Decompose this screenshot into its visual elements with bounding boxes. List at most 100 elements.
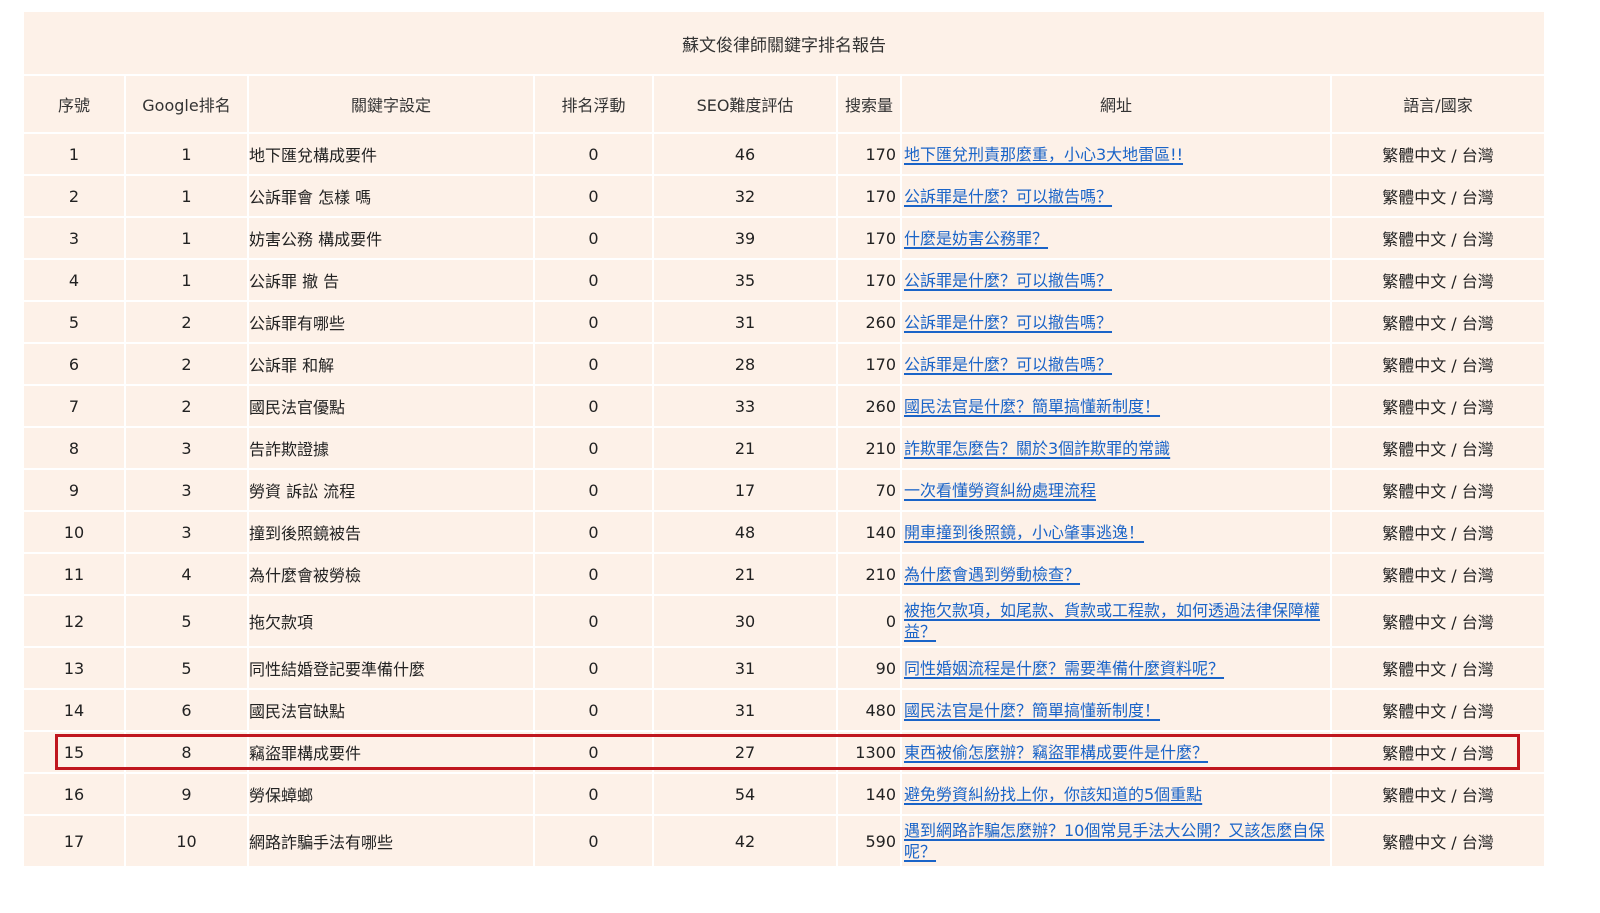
column-header-rank-change: 排名浮動 xyxy=(534,76,654,134)
cell-google-rank: 5 xyxy=(125,647,249,690)
cell-google-rank: 3 xyxy=(125,469,249,512)
cell-index: 11 xyxy=(24,553,126,596)
cell-rank-change: 0 xyxy=(534,647,654,690)
cell-language-country: 繁體中文 / 台灣 xyxy=(1331,553,1544,596)
cell-keyword: 公訴罪 撤 告 xyxy=(248,259,535,302)
cell-index: 6 xyxy=(24,343,126,386)
article-link[interactable]: 被拖欠款項，如尾款、貨款或工程款，如何透過法律保障權益？ xyxy=(904,601,1320,641)
cell-google-rank: 1 xyxy=(125,217,249,260)
cell-rank-change: 0 xyxy=(534,175,654,218)
table-row: 1 1 地下匯兌構成要件 0 46 170 地下匯兌刑責那麼重，小心3大地雷區!! 繁體中文 … xyxy=(24,133,1544,176)
cell-google-rank: 4 xyxy=(125,553,249,596)
cell-search-volume: 170 xyxy=(837,217,902,260)
cell-search-volume: 260 xyxy=(837,385,902,428)
article-link[interactable]: 開車撞到後照鏡，小心肇事逃逸！ xyxy=(904,523,1144,542)
cell-seo-difficulty: 42 xyxy=(653,815,838,868)
cell-google-rank: 3 xyxy=(125,427,249,470)
cell-google-rank: 6 xyxy=(125,689,249,732)
cell-language-country: 繁體中文 / 台灣 xyxy=(1331,773,1544,816)
article-link[interactable]: 為什麼會遇到勞動檢查？ xyxy=(904,565,1080,584)
article-link[interactable]: 公訴罪是什麼？可以撤告嗎？ xyxy=(904,271,1112,290)
cell-index: 3 xyxy=(24,217,126,260)
cell-search-volume: 210 xyxy=(837,427,902,470)
cell-keyword: 地下匯兌構成要件 xyxy=(248,133,535,176)
cell-keyword: 公訴罪有哪些 xyxy=(248,301,535,344)
cell-seo-difficulty: 32 xyxy=(653,175,838,218)
article-link[interactable]: 國民法官是什麼？簡單搞懂新制度！ xyxy=(904,397,1160,416)
column-header-url: 網址 xyxy=(901,76,1332,134)
cell-url: 地下匯兌刑責那麼重，小心3大地雷區!! xyxy=(901,133,1332,176)
table-row: 9 3 勞資 訴訟 流程 0 17 70 一次看懂勞資糾紛處理流程 繁體中文 / 台灣 xyxy=(24,469,1544,512)
cell-keyword: 國民法官缺點 xyxy=(248,689,535,732)
cell-rank-change: 0 xyxy=(534,469,654,512)
cell-index: 10 xyxy=(24,511,126,554)
article-link[interactable]: 避免勞資糾紛找上你，你該知道的5個重點 xyxy=(904,785,1202,804)
cell-seo-difficulty: 31 xyxy=(653,647,838,690)
article-link[interactable]: 東西被偷怎麼辦？竊盜罪構成要件是什麼？ xyxy=(904,743,1208,762)
cell-keyword: 撞到後照鏡被告 xyxy=(248,511,535,554)
article-link[interactable]: 同性婚姻流程是什麼？需要準備什麼資料呢？ xyxy=(904,659,1224,678)
cell-rank-change: 0 xyxy=(534,731,654,774)
cell-language-country: 繁體中文 / 台灣 xyxy=(1331,689,1544,732)
table-row: 3 1 妨害公務 構成要件 0 39 170 什麼是妨害公務罪？ 繁體中文 / 台灣 xyxy=(24,217,1544,260)
cell-keyword: 勞保蟑螂 xyxy=(248,773,535,816)
table-row: 11 4 為什麼會被勞檢 0 21 210 為什麼會遇到勞動檢查？ 繁體中文 / 台灣 xyxy=(24,553,1544,596)
cell-search-volume: 480 xyxy=(837,689,902,732)
cell-seo-difficulty: 30 xyxy=(653,595,838,648)
cell-language-country: 繁體中文 / 台灣 xyxy=(1331,511,1544,554)
article-link[interactable]: 什麼是妨害公務罪？ xyxy=(904,229,1048,248)
article-link[interactable]: 一次看懂勞資糾紛處理流程 xyxy=(904,481,1096,500)
cell-google-rank: 10 xyxy=(125,815,249,868)
cell-keyword: 妨害公務 構成要件 xyxy=(248,217,535,260)
cell-keyword: 告詐欺證據 xyxy=(248,427,535,470)
cell-index: 9 xyxy=(24,469,126,512)
cell-index: 5 xyxy=(24,301,126,344)
cell-search-volume: 0 xyxy=(837,595,902,648)
cell-url: 詐欺罪怎麼告？關於3個詐欺罪的常識 xyxy=(901,427,1332,470)
cell-google-rank: 2 xyxy=(125,385,249,428)
keyword-ranking-report: 蘇文俊律師關鍵字排名報告 序號 Google排名 關鍵字設定 排名浮動 SEO難… xyxy=(24,12,1544,868)
article-link[interactable]: 地下匯兌刑責那麼重，小心3大地雷區!! xyxy=(904,145,1183,164)
article-link[interactable]: 國民法官是什麼？簡單搞懂新制度！ xyxy=(904,701,1160,720)
cell-language-country: 繁體中文 / 台灣 xyxy=(1331,427,1544,470)
cell-language-country: 繁體中文 / 台灣 xyxy=(1331,815,1544,868)
article-link[interactable]: 公訴罪是什麼？可以撤告嗎？ xyxy=(904,355,1112,374)
cell-language-country: 繁體中文 / 台灣 xyxy=(1331,343,1544,386)
cell-keyword: 公訴罪 和解 xyxy=(248,343,535,386)
cell-rank-change: 0 xyxy=(534,301,654,344)
cell-index: 7 xyxy=(24,385,126,428)
cell-google-rank: 3 xyxy=(125,511,249,554)
cell-language-country: 繁體中文 / 台灣 xyxy=(1331,647,1544,690)
column-header-keyword: 關鍵字設定 xyxy=(248,76,535,134)
table-row: 12 5 拖欠款項 0 30 0 被拖欠款項，如尾款、貨款或工程款，如何透過法律保障權益？繁… xyxy=(24,595,1544,648)
cell-rank-change: 0 xyxy=(534,511,654,554)
cell-url: 公訴罪是什麼？可以撤告嗎？ xyxy=(901,343,1332,386)
column-header-language-country: 語言/國家 xyxy=(1331,76,1544,134)
cell-url: 開車撞到後照鏡，小心肇事逃逸！ xyxy=(901,511,1332,554)
cell-rank-change: 0 xyxy=(534,689,654,732)
cell-seo-difficulty: 21 xyxy=(653,427,838,470)
table-row: 6 2 公訴罪 和解 0 28 170 公訴罪是什麼？可以撤告嗎？ 繁體中文 / 台灣 xyxy=(24,343,1544,386)
table-row: 8 3 告詐欺證據 0 21 210 詐欺罪怎麼告？關於3個詐欺罪的常識 繁體中文 / 台灣 xyxy=(24,427,1544,470)
cell-seo-difficulty: 21 xyxy=(653,553,838,596)
article-link[interactable]: 公訴罪是什麼？可以撤告嗎？ xyxy=(904,313,1112,332)
cell-keyword: 公訴罪會 怎樣 嗎 xyxy=(248,175,535,218)
cell-url: 公訴罪是什麼？可以撤告嗎？ xyxy=(901,301,1332,344)
cell-seo-difficulty: 39 xyxy=(653,217,838,260)
table-row: 10 3 撞到後照鏡被告 0 48 140 開車撞到後照鏡，小心肇事逃逸！ 繁體中文 / 台灣 xyxy=(24,511,1544,554)
cell-keyword: 拖欠款項 xyxy=(248,595,535,648)
article-link[interactable]: 公訴罪是什麼？可以撤告嗎？ xyxy=(904,187,1112,206)
column-header-index: 序號 xyxy=(24,76,126,134)
table-row: 14 6 國民法官缺點 0 31 480 國民法官是什麼？簡單搞懂新制度！ 繁體中文 / 台灣 xyxy=(24,689,1544,732)
cell-seo-difficulty: 17 xyxy=(653,469,838,512)
cell-google-rank: 8 xyxy=(125,731,249,774)
cell-url: 一次看懂勞資糾紛處理流程 xyxy=(901,469,1332,512)
cell-language-country: 繁體中文 / 台灣 xyxy=(1331,175,1544,218)
cell-search-volume: 210 xyxy=(837,553,902,596)
cell-rank-change: 0 xyxy=(534,773,654,816)
table-row: 13 5 同性結婚登記要準備什麼 0 31 90 同性婚姻流程是什麼？需要準備什麼資料呢？ 繁… xyxy=(24,647,1544,690)
cell-url: 國民法官是什麼？簡單搞懂新制度！ xyxy=(901,385,1332,428)
article-link[interactable]: 遇到網路詐騙怎麼辦？10個常見手法大公開？又該怎麼自保呢？ xyxy=(904,821,1324,861)
article-link[interactable]: 詐欺罪怎麼告？關於3個詐欺罪的常識 xyxy=(904,439,1170,458)
table-row: 5 2 公訴罪有哪些 0 31 260 公訴罪是什麼？可以撤告嗎？ 繁體中文 / 台灣 xyxy=(24,301,1544,344)
